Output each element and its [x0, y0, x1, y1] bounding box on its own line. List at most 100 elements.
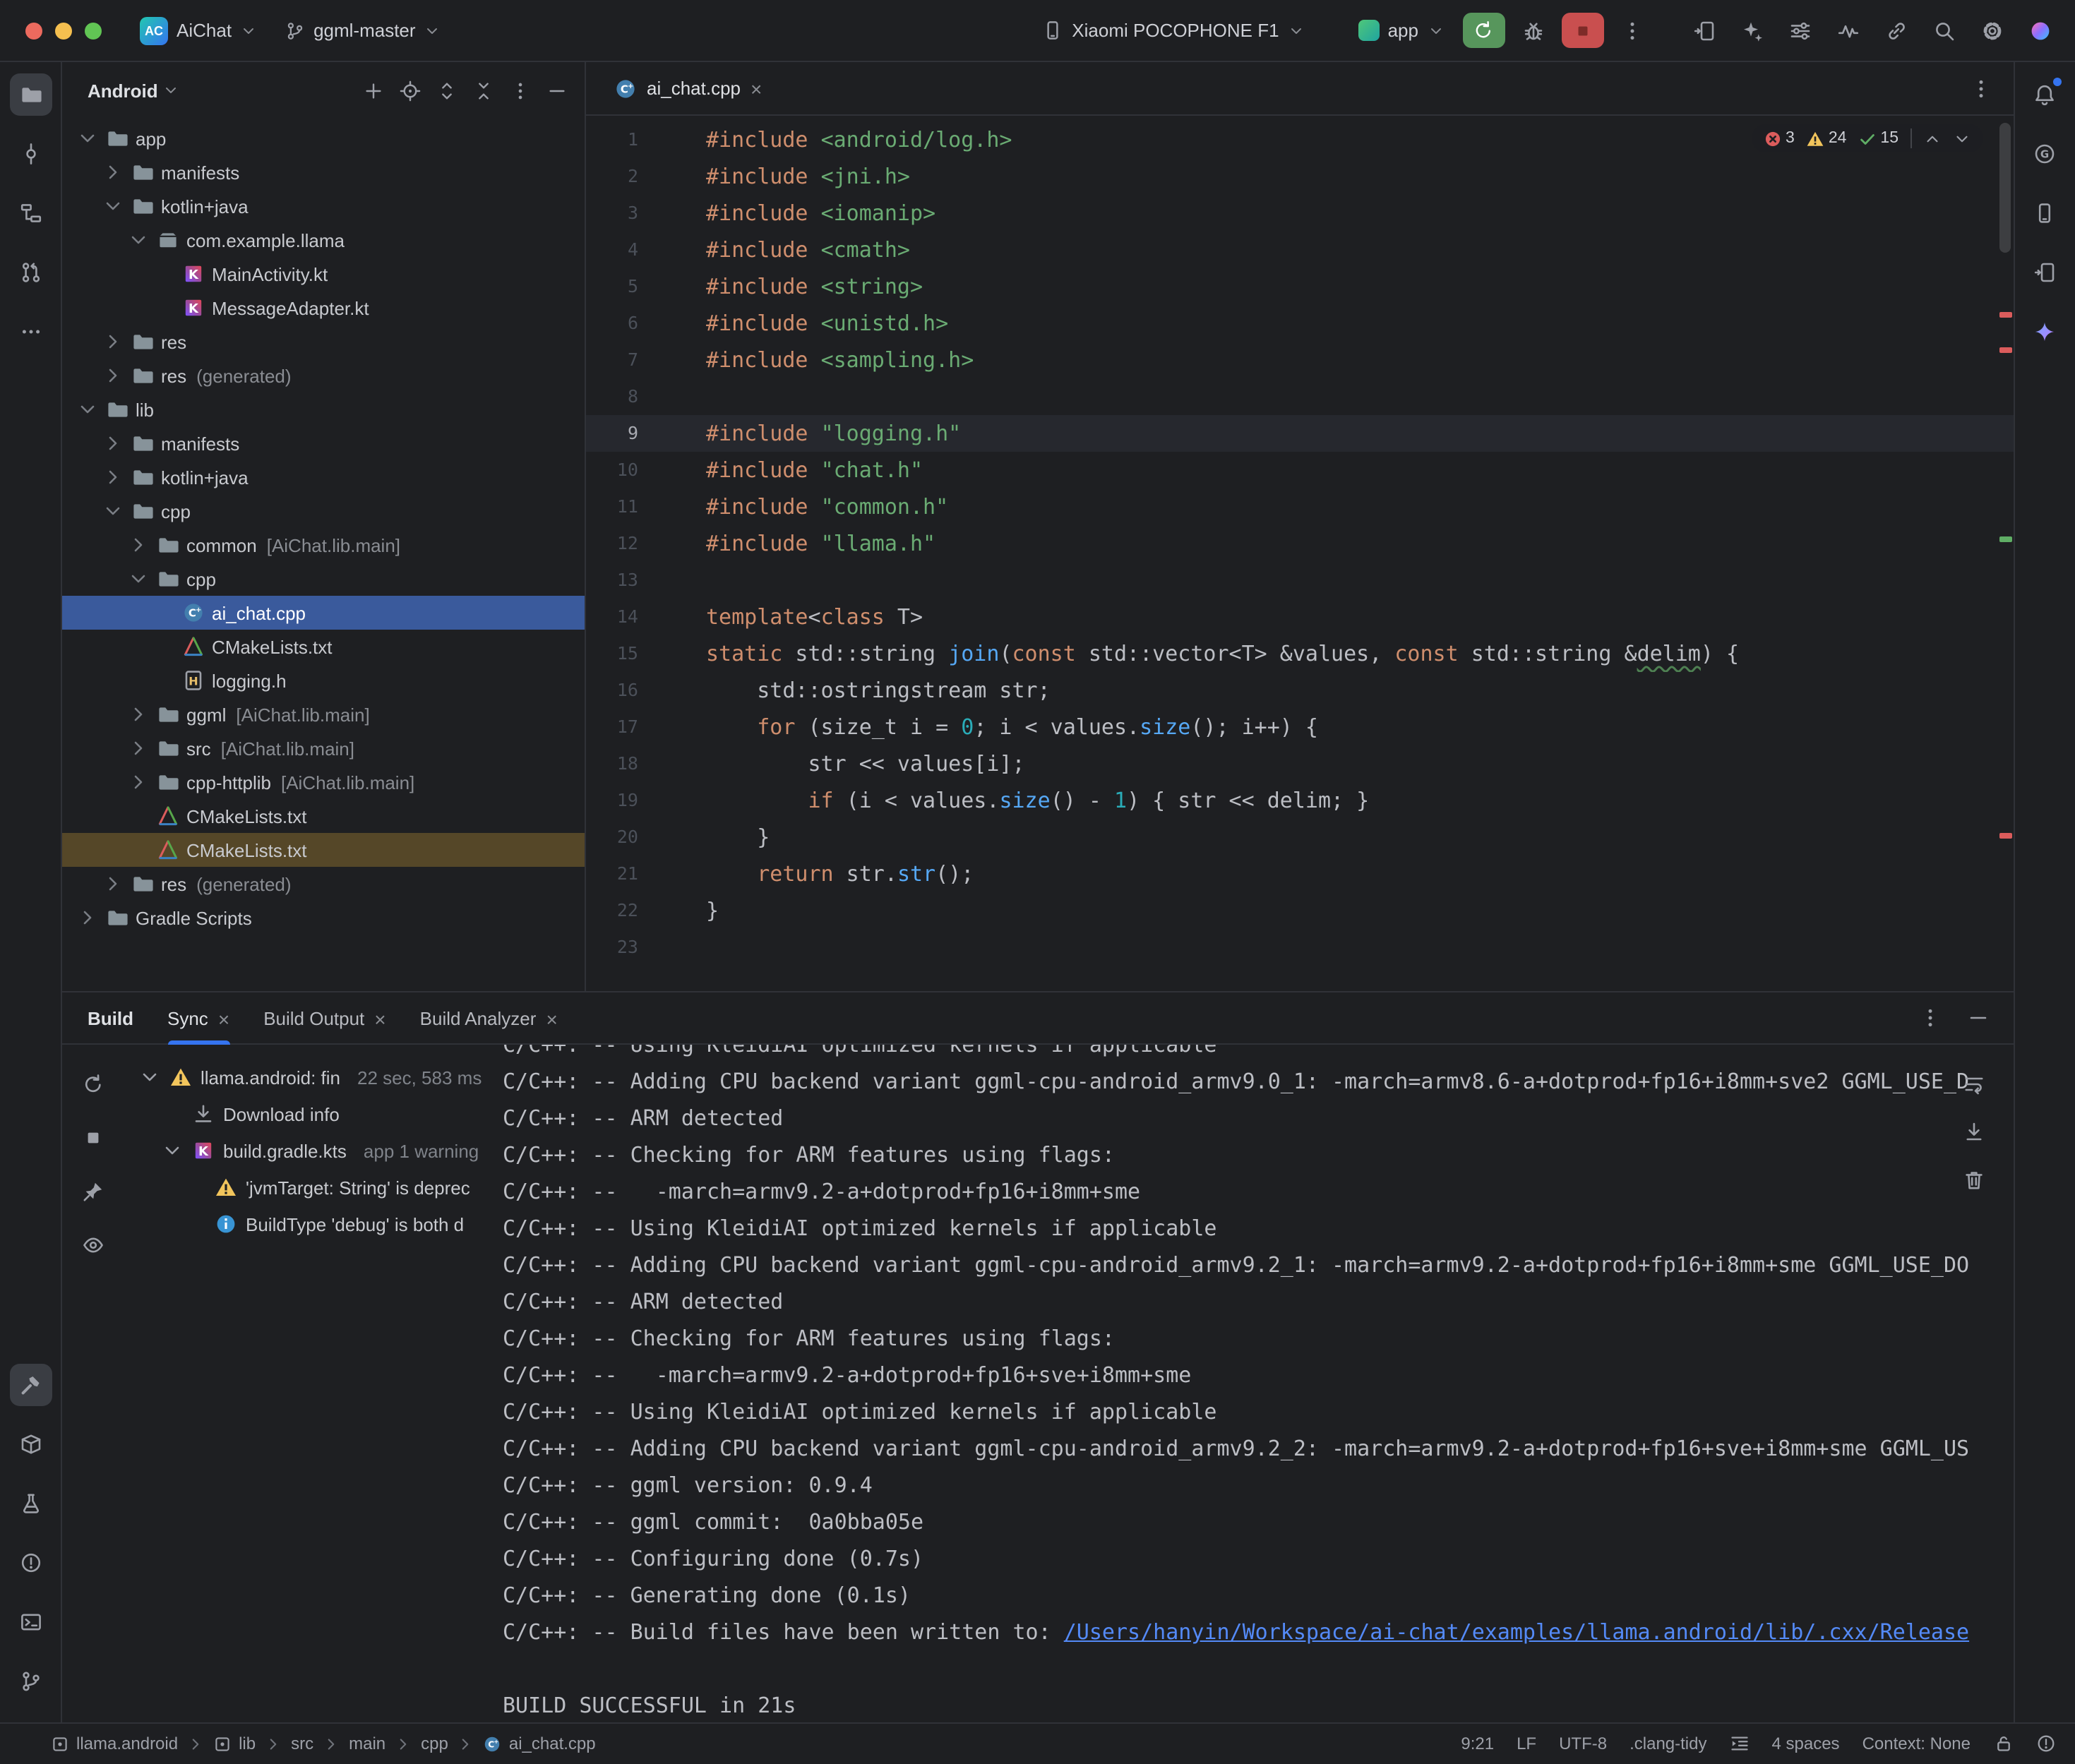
tool-button-problems[interactable] — [9, 1541, 52, 1583]
code-line-22[interactable]: 22} — [586, 892, 2013, 929]
code-line-16[interactable]: 16 std::ostringstream str; — [586, 672, 2013, 709]
rerun-button[interactable] — [1462, 13, 1505, 48]
line-separator-widget[interactable]: LF — [1517, 1734, 1536, 1753]
code-line-17[interactable]: 17 for (size_t i = 0; i < values.size();… — [586, 709, 2013, 745]
minimize-window-button[interactable] — [55, 22, 72, 39]
code-line-6[interactable]: 6#include <unistd.h> — [586, 305, 2013, 342]
unlocked-icon[interactable] — [1993, 1734, 2013, 1753]
stop-button[interactable] — [1561, 13, 1603, 48]
tree-item-gradle-scripts[interactable]: Gradle Scripts — [62, 901, 585, 935]
tool-button-minus[interactable] — [539, 73, 573, 107]
tool-button-target[interactable] — [393, 73, 426, 107]
chevron-right-icon[interactable] — [102, 432, 124, 455]
build-tab-build-output[interactable]: Build Output× — [263, 992, 385, 1045]
tree-item-com-example-llama[interactable]: com.example.llama — [62, 223, 585, 257]
code-line-21[interactable]: 21 return str.str(); — [586, 856, 2013, 892]
tree-item-cpp-httplib[interactable]: cpp-httplib[AiChat.lib.main] — [62, 765, 585, 799]
close-tab-icon[interactable]: × — [218, 1009, 229, 1028]
editor-tab-ai-chat-cpp[interactable]: ai_chat.cpp × — [600, 61, 776, 115]
tool-button-gradle[interactable] — [2023, 133, 2066, 175]
code-line-9[interactable]: 9#include "logging.h" — [586, 415, 2013, 452]
tree-item-app[interactable]: app — [62, 121, 585, 155]
code-line-4[interactable]: 4#include <cmath> — [586, 232, 2013, 268]
tool-button-eye[interactable] — [73, 1225, 113, 1265]
chevron-down-icon[interactable] — [127, 229, 150, 251]
tool-button-more[interactable] — [9, 311, 52, 353]
build-tree-item-jvmtarget-string-is-deprec[interactable]: 'jvmTarget: String' is deprec — [133, 1169, 503, 1206]
chevron-right-icon[interactable] — [76, 906, 99, 929]
build-tree-item-buildtype-debug-is-both-d[interactable]: BuildType 'debug' is both d — [133, 1206, 503, 1242]
build-output-path-link[interactable]: /Users/hanyin/Workspace/ai-chat/examples… — [1064, 1619, 1969, 1645]
chevron-right-icon[interactable] — [102, 364, 124, 387]
caret-position-widget[interactable]: 9:21 — [1461, 1734, 1494, 1753]
vcs-branch-widget[interactable]: ggml-master — [275, 16, 451, 45]
tool-button-running-devices[interactable] — [2023, 251, 2066, 294]
build-tree-item-llama-android-fin[interactable]: llama.android: fin22 sec, 583 ms — [133, 1059, 503, 1096]
prev-problem-chevron-up-icon[interactable] — [1922, 129, 1941, 148]
project-view-selector[interactable]: Android — [88, 80, 158, 101]
zoom-window-button[interactable] — [85, 22, 102, 39]
code-line-8[interactable]: 8 — [586, 378, 2013, 415]
tool-button-scrollend[interactable] — [1956, 1115, 1990, 1149]
indent-options-icon[interactable] — [1730, 1734, 1750, 1753]
breadcrumb-ai-chat-cpp[interactable]: ai_chat.cpp — [484, 1734, 596, 1753]
tree-item-mainactivity-kt[interactable]: MainActivity.kt — [62, 257, 585, 291]
code-line-5[interactable]: 5#include <string> — [586, 268, 2013, 305]
tree-item-ggml[interactable]: ggml[AiChat.lib.main] — [62, 697, 585, 731]
build-options-button[interactable] — [1911, 1000, 1948, 1036]
clang-tidy-widget[interactable]: .clang-tidy — [1629, 1734, 1706, 1753]
tool-button-stop-square[interactable] — [73, 1118, 113, 1158]
tool-button-terminal[interactable] — [9, 1600, 52, 1643]
chevron-right-icon[interactable] — [102, 466, 124, 488]
tool-button-fold[interactable] — [466, 73, 500, 107]
code-line-19[interactable]: 19 if (i < values.size() - 1) { str << d… — [586, 782, 2013, 819]
chevron-down-icon[interactable] — [76, 398, 99, 421]
tool-button-project[interactable] — [9, 73, 52, 116]
code-line-15[interactable]: 15static std::string join(const std::vec… — [586, 635, 2013, 672]
tool-button-plus[interactable] — [356, 73, 390, 107]
code-line-12[interactable]: 12#include "llama.h" — [586, 525, 2013, 562]
tool-button-structure[interactable] — [9, 192, 52, 234]
chevron-down-icon[interactable] — [102, 195, 124, 217]
tree-item-res[interactable]: res(generated) — [62, 867, 585, 901]
build-console[interactable]: C/C++: -- Using KleidiAI optimized kerne… — [503, 1045, 2013, 1722]
tool-button-pull-requests[interactable] — [9, 251, 52, 294]
breadcrumb-llama-android[interactable]: llama.android — [51, 1734, 178, 1753]
context-widget[interactable]: Context: None — [1862, 1734, 1971, 1753]
tool-button-kebab[interactable] — [503, 73, 537, 107]
inspections-status-icon[interactable] — [2035, 1734, 2055, 1753]
project-widget[interactable]: AC AiChat — [130, 12, 267, 49]
tree-item-cmakelists-txt[interactable]: CMakeLists.txt — [62, 833, 585, 867]
tool-button-wrap[interactable] — [1956, 1067, 1990, 1101]
tool-button-whats-new[interactable] — [2021, 12, 2058, 49]
tree-item-kotlin-java[interactable]: kotlin+java — [62, 460, 585, 494]
tool-button-settings[interactable] — [1973, 12, 2010, 49]
tool-button-pin[interactable] — [73, 1172, 113, 1211]
build-tab-build-analyzer[interactable]: Build Analyzer× — [420, 992, 558, 1045]
tool-button-gemini[interactable] — [2023, 311, 2066, 353]
tool-button-notifications[interactable] — [2023, 73, 2066, 116]
close-window-button[interactable] — [25, 22, 42, 39]
more-actions-button[interactable] — [1612, 12, 1651, 49]
tree-item-manifests[interactable]: manifests — [62, 155, 585, 189]
chevron-right-icon[interactable] — [127, 534, 150, 556]
code-line-23[interactable]: 23 — [586, 929, 2013, 966]
tool-button-trash[interactable] — [1956, 1163, 1990, 1197]
tool-button-unfold[interactable] — [429, 73, 463, 107]
tree-item-messageadapter-kt[interactable]: MessageAdapter.kt — [62, 291, 585, 325]
tool-button-build[interactable] — [9, 1363, 52, 1405]
code-line-2[interactable]: 2#include <jni.h> — [586, 158, 2013, 195]
scrollbar-thumb[interactable] — [1999, 123, 2010, 253]
tool-button-packages[interactable] — [9, 1422, 52, 1465]
hide-build-panel-button[interactable] — [1959, 1000, 1996, 1036]
tool-button-build-variants[interactable] — [9, 1482, 52, 1524]
debug-button[interactable] — [1513, 12, 1553, 49]
build-tab-sync[interactable]: Sync× — [167, 992, 229, 1045]
inspections-widget[interactable]: 3 24 15 — [1752, 124, 1982, 152]
editor-options-button[interactable] — [1962, 70, 1999, 107]
chevron-down-icon[interactable] — [127, 568, 150, 590]
tree-item-lib[interactable]: lib — [62, 392, 585, 426]
tree-item-cpp[interactable]: cpp — [62, 562, 585, 596]
code-line-11[interactable]: 11#include "common.h" — [586, 488, 2013, 525]
code-line-7[interactable]: 7#include <sampling.h> — [586, 342, 2013, 378]
